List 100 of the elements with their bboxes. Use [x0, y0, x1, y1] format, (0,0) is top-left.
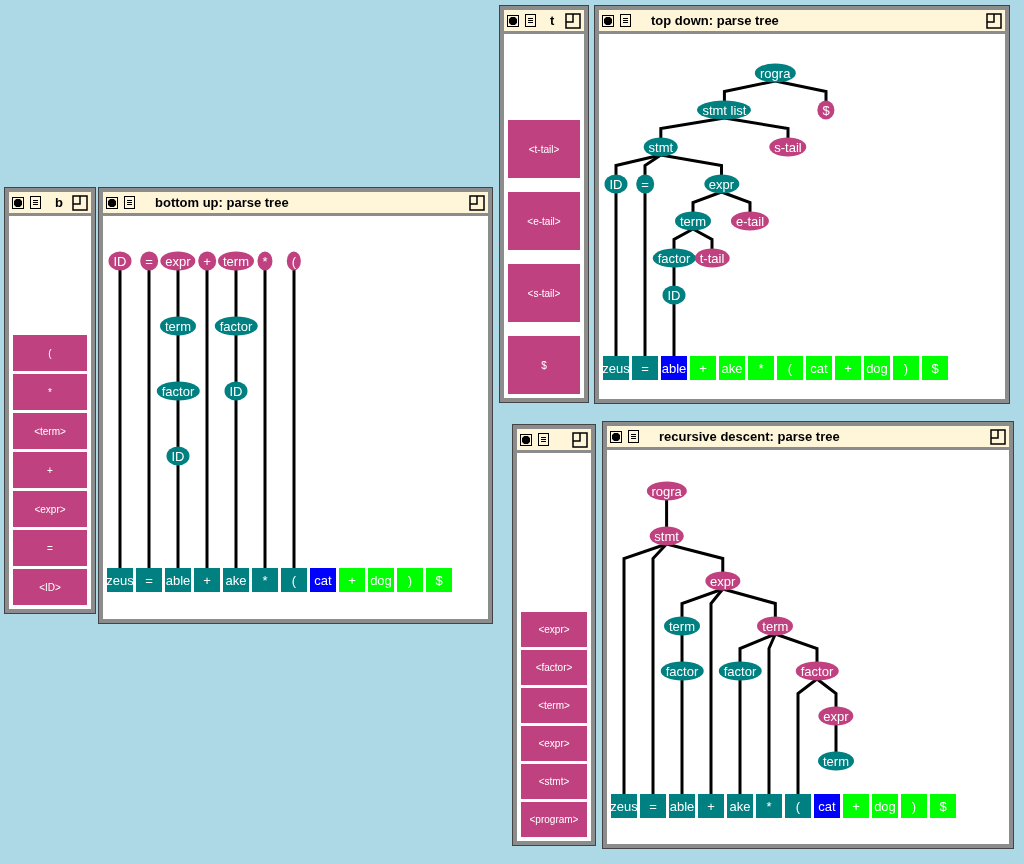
tree-node: expr: [703, 174, 740, 194]
tree-node: t-tail: [694, 248, 730, 268]
tree-edge: [672, 266, 676, 286]
window-title: b: [55, 195, 63, 210]
stack-item: <term>: [13, 413, 87, 449]
page-icon[interactable]: [525, 14, 536, 27]
tree-edge: [176, 399, 180, 447]
input-token: able: [165, 568, 191, 592]
resize-icon[interactable]: [990, 428, 1006, 445]
stack-item: <factor>: [521, 650, 587, 685]
input-token: *: [252, 568, 278, 592]
tree-node: factor: [795, 661, 839, 681]
tree-node: term: [218, 251, 254, 271]
input-token: $: [426, 568, 452, 592]
tree-node: term: [160, 316, 196, 336]
page-icon[interactable]: [620, 14, 631, 27]
input-token: zeus: [611, 794, 637, 818]
input-token: *: [748, 356, 774, 380]
input-token: $: [930, 794, 956, 818]
input-token: zeus: [107, 568, 133, 592]
input-token: ake: [719, 356, 745, 380]
input-token: ake: [223, 568, 249, 592]
tree-node: stmt list: [697, 100, 752, 120]
stack-item: <stmt>: [521, 764, 587, 799]
tree-node: stmt: [643, 137, 679, 157]
tree-node: expr: [160, 251, 196, 271]
tree-node: rogra: [646, 481, 687, 501]
tree-node: stmt: [649, 526, 684, 546]
tree-node: ID: [224, 381, 248, 401]
input-token: (: [777, 356, 803, 380]
tree-node: rogra: [755, 63, 796, 83]
input-token: zeus: [603, 356, 629, 380]
tree-edge: [176, 269, 180, 317]
resize-icon[interactable]: [469, 194, 485, 211]
page-icon[interactable]: [30, 196, 41, 209]
input-token: ake: [727, 794, 753, 818]
input-token: (: [281, 568, 307, 592]
stack-item: <t-tail>: [508, 120, 580, 178]
tree-edge: [672, 303, 676, 356]
tree-node: ID: [662, 285, 686, 305]
input-token: ): [901, 794, 927, 818]
window-title: top down: parse tree: [651, 13, 779, 28]
tree-edge: [665, 499, 669, 527]
tree-node: expr: [705, 571, 741, 591]
tree-node: factor: [214, 316, 258, 336]
input-token: ): [397, 568, 423, 592]
tree-node: ID: [166, 446, 190, 466]
stack-item: +: [13, 452, 87, 488]
tree-edge: [234, 334, 238, 382]
tree-node: factor: [718, 661, 762, 681]
tree-node: =: [636, 174, 654, 194]
page-icon[interactable]: [538, 433, 549, 446]
tree-node: factor: [660, 661, 704, 681]
stack-item: <e-tail>: [508, 192, 580, 250]
stack-item: (: [13, 335, 87, 371]
input-token: $: [922, 356, 948, 380]
input-token: cat: [806, 356, 832, 380]
input-token: cat: [310, 568, 336, 592]
stack-item: <expr>: [521, 612, 587, 647]
stack-item: <ID>: [13, 569, 87, 605]
tree-node: term: [675, 211, 711, 231]
input-token: +: [835, 356, 861, 380]
input-token: +: [843, 794, 869, 818]
tree-node: ID: [604, 174, 628, 194]
tree-edge: [234, 269, 238, 317]
stack-item: <program>: [521, 802, 587, 837]
tree-edge: [176, 334, 180, 382]
tree-edge: [692, 227, 714, 249]
input-token: +: [339, 568, 365, 592]
tree-edge: [834, 724, 838, 752]
input-token: able: [669, 794, 695, 818]
tree-edge: [721, 190, 752, 212]
input-token: dog: [368, 568, 394, 592]
input-token: dog: [872, 794, 898, 818]
tree-edge: [672, 227, 694, 249]
resize-icon[interactable]: [986, 12, 1002, 29]
tree-node: term: [664, 616, 700, 636]
input-token: (: [785, 794, 811, 818]
resize-icon[interactable]: [565, 12, 581, 29]
window-title: bottom up: parse tree: [155, 195, 289, 210]
input-token: =: [632, 356, 658, 380]
input-token: *: [756, 794, 782, 818]
tree-node: e-tail: [730, 211, 770, 231]
input-token: =: [640, 794, 666, 818]
tree-node: $: [817, 100, 835, 120]
stack-item: <term>: [521, 688, 587, 723]
page-icon[interactable]: [628, 430, 639, 443]
resize-icon[interactable]: [72, 194, 88, 211]
stack-item: *: [13, 374, 87, 410]
resize-icon[interactable]: [572, 431, 588, 448]
window-title: t: [550, 13, 555, 28]
tree-node: (: [286, 251, 302, 271]
window-title: recursive descent: parse tree: [659, 429, 840, 444]
tree-edge: [691, 190, 722, 212]
tree-node: factor: [652, 248, 696, 268]
tree-node: =: [140, 251, 158, 271]
input-token: able: [661, 356, 687, 380]
stack-item: <expr>: [13, 491, 87, 527]
page-icon[interactable]: [124, 196, 135, 209]
input-token: +: [690, 356, 716, 380]
